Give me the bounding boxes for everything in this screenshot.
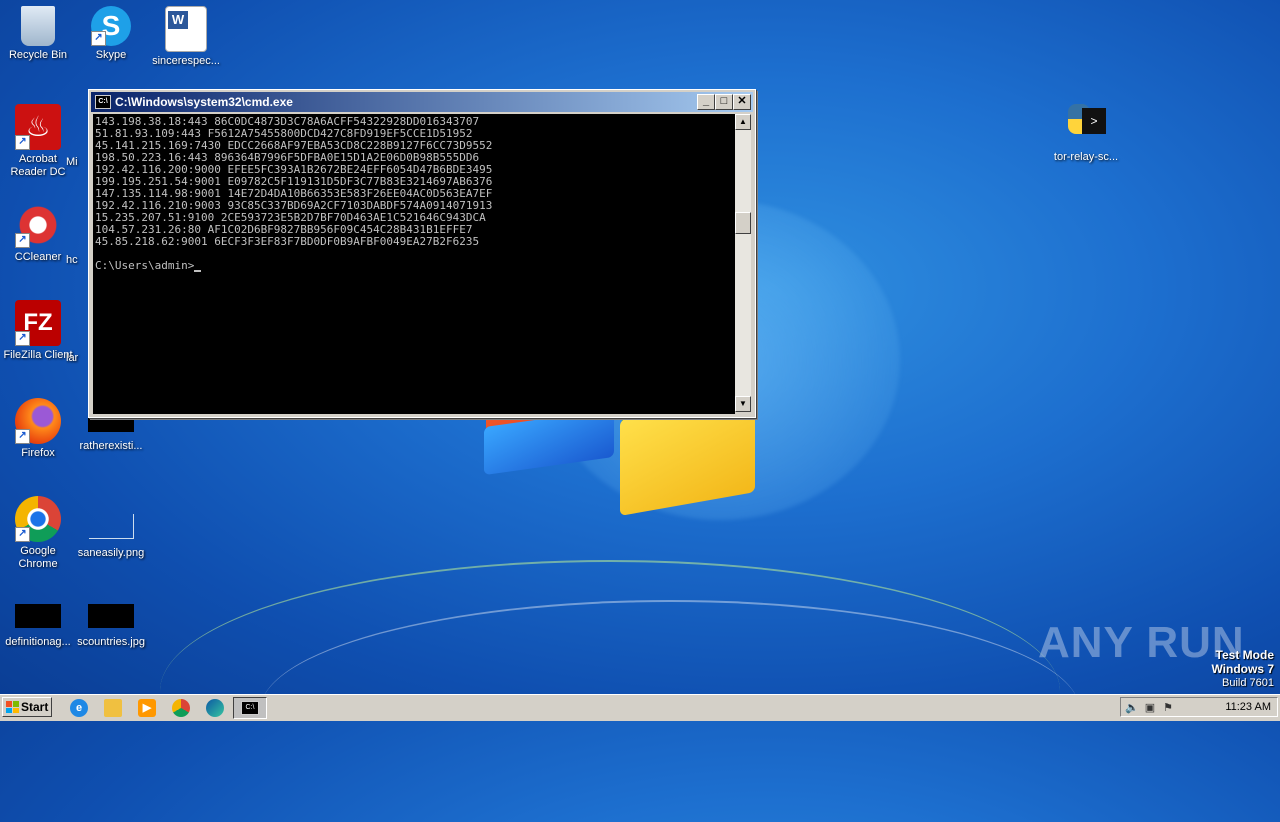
media-player-icon[interactable]: ▶ [138,699,156,717]
vertical-scrollbar[interactable]: ▲ ▼ [735,114,751,412]
minimize-button[interactable]: _ [697,94,715,110]
word-document-icon: W [165,6,207,52]
build-label: Build 7601 [1222,677,1274,689]
console-prompt-line: C:\Users\admin> [95,260,735,272]
start-label: Start [21,700,49,714]
console-line: 45.85.218.62:9001 6ECF3F3EF83F7BD0DF0B9A… [95,235,480,248]
chrome-icon: ↗ [15,496,61,542]
desktop-icon-acrobat[interactable]: ♨ ↗ Acrobat Reader DC [0,104,76,179]
desktop-icon-partial-mi[interactable]: Mi [66,104,86,169]
desktop-icon-scountries[interactable]: scountries.jpg [73,594,149,649]
scroll-down-arrow-icon[interactable]: ▼ [735,396,751,412]
recycle-bin-icon [21,6,55,46]
desktop-icon-filezilla[interactable]: FZ ↗ FileZilla Client [0,300,76,362]
edge-icon[interactable] [206,699,224,717]
desktop-icon-tor-relay-script[interactable]: > tor-relay-sc... [1048,104,1124,164]
cmd-icon: C:\ [95,95,111,109]
cmd-icon: C:\ [241,701,259,715]
start-button[interactable]: Start [2,697,52,717]
console-prompt: C:\Users\admin> [95,259,195,272]
desktop-icon-word-doc[interactable]: W sincerespec... [148,6,224,68]
filezilla-icon: FZ ↗ [15,300,61,346]
text-cursor [194,270,202,272]
os-label: Windows 7 [1211,662,1274,676]
png-file-icon [88,514,134,539]
cmd-titlebar[interactable]: C:\ C:\Windows\system32\cmd.exe _ □ ✕ [91,92,753,112]
console-output[interactable]: 143.198.38.18:443 86C0DC4873D3C78A6ACFF5… [93,114,735,414]
desktop-icon-firefox[interactable]: ↗ Firefox [0,398,76,460]
close-button[interactable]: ✕ [733,94,751,110]
python-script-icon: > [1066,104,1106,148]
test-mode-watermark: Test Mode Windows 7 Build 7601 [1211,648,1274,690]
ccleaner-icon: ↗ [15,202,61,248]
desktop-icon-recycle-bin[interactable]: Recycle Bin [0,6,76,62]
cmd-window[interactable]: C:\ C:\Windows\system32\cmd.exe _ □ ✕ 14… [88,89,756,418]
action-center-flag-icon[interactable]: ⚑ [1161,701,1175,714]
desktop-icon-ccleaner[interactable]: ↗ CCleaner [0,202,76,264]
desktop-icon-skype[interactable]: S ↗ Skype [73,6,149,62]
black-file-icon [88,604,134,628]
windows-flag-icon [6,701,19,713]
maximize-button[interactable]: □ [715,94,733,110]
desktop-icon-saneasily[interactable]: saneasily.png [73,496,149,560]
speaker-icon[interactable]: 🔈 [1125,701,1139,714]
desktop-icon-definitionag[interactable]: definitionag... [0,594,76,649]
desktop-icon-partial-hc[interactable]: hc [66,202,86,267]
desktop-icon-partial-lar[interactable]: lar [66,300,86,365]
folder-icon[interactable] [104,699,122,717]
desktop-icon-chrome[interactable]: ↗ Google Chrome [0,496,76,571]
taskbar-cmd-button[interactable]: C:\ [233,697,267,719]
firefox-icon: ↗ [15,398,61,444]
skype-icon: S ↗ [91,6,131,46]
taskbar: Start e ▶ C:\ 🔈 ▣ ⚑ 11:23 AM [0,694,1280,721]
chrome-icon[interactable] [172,699,190,717]
clock[interactable]: 11:23 AM [1225,701,1271,713]
cmd-title-text: C:\Windows\system32\cmd.exe [115,95,293,109]
system-tray: 🔈 ▣ ⚑ 11:23 AM [1120,697,1278,717]
scroll-thumb[interactable] [735,212,751,234]
scroll-up-arrow-icon[interactable]: ▲ [735,114,751,130]
network-icon[interactable]: ▣ [1143,701,1157,714]
internet-explorer-icon[interactable]: e [70,699,88,717]
test-mode-label: Test Mode [1215,648,1274,662]
black-file-icon [15,604,61,628]
acrobat-icon: ♨ ↗ [15,104,61,150]
